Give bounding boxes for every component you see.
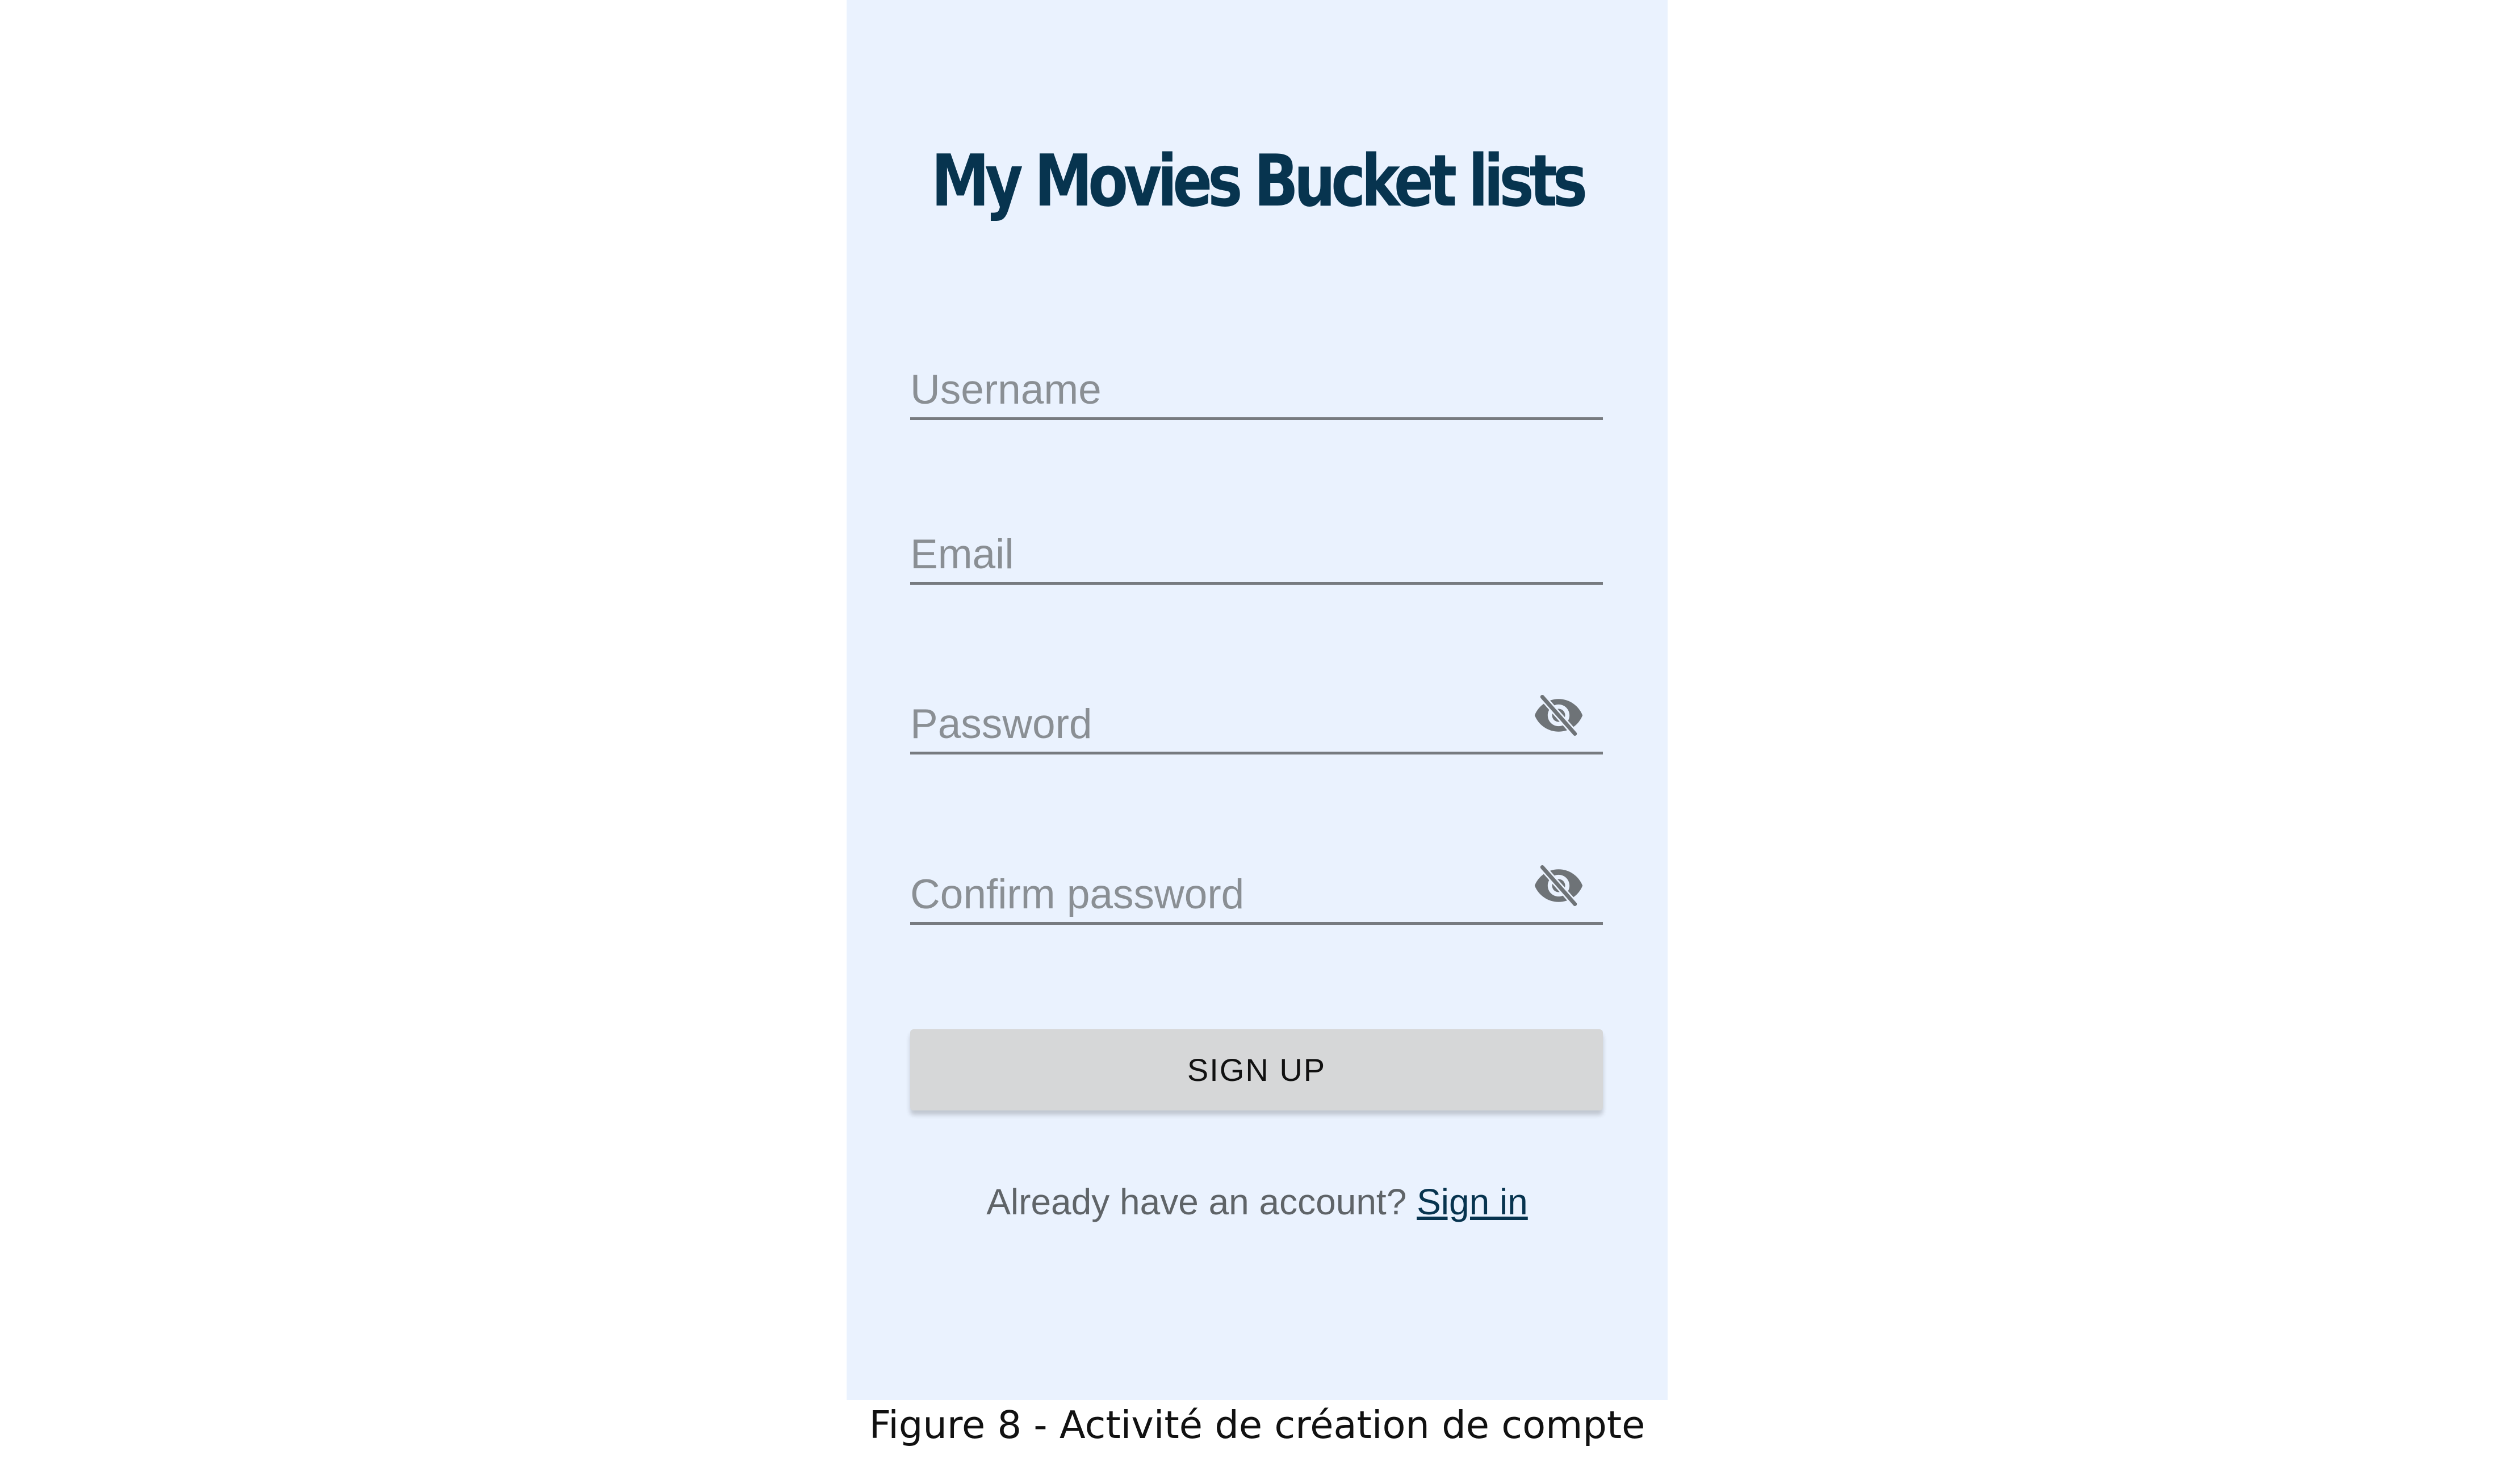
username-field[interactable]: Username (910, 349, 1603, 420)
password-placeholder: Password (910, 701, 1092, 747)
confirm-password-placeholder: Confirm password (910, 871, 1245, 917)
confirm-password-field[interactable]: Confirm password (910, 854, 1603, 925)
signin-prompt: Already have an account? (986, 1181, 1417, 1222)
app-title: My Movies Bucket lists (931, 139, 1588, 223)
password-field[interactable]: Password (910, 684, 1603, 754)
phone-screen: My Movies Bucket lists Username Email Pa… (847, 0, 1668, 1400)
eye-off-icon[interactable] (1532, 689, 1585, 741)
username-placeholder: Username (910, 367, 1102, 413)
signup-button[interactable]: SIGN UP (910, 1029, 1603, 1110)
signin-row: Already have an account? Sign in (847, 1184, 1668, 1220)
eye-off-icon[interactable] (1532, 860, 1585, 912)
figure-caption: Figure 8 - Activité de création de compt… (869, 1403, 1645, 1447)
email-placeholder: Email (910, 531, 1014, 577)
email-field[interactable]: Email (910, 514, 1603, 585)
signin-link[interactable]: Sign in (1417, 1181, 1528, 1222)
